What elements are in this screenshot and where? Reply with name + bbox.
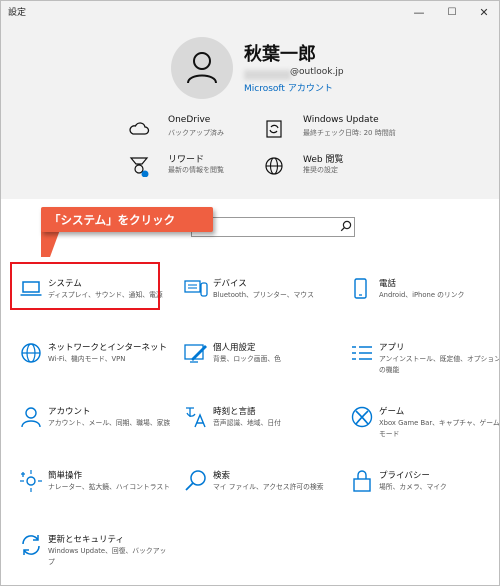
sync-icon: [22, 535, 40, 555]
search-input[interactable]: [191, 217, 355, 237]
person-icon: [21, 407, 41, 428]
tile-title: ネットワークとインターネット: [48, 343, 168, 353]
devices-icon: [184, 280, 208, 297]
header-item-title: OneDrive: [168, 115, 211, 125]
phone-icon: [354, 278, 367, 299]
search-icon: [185, 470, 206, 491]
tile-title: 簡単操作: [48, 471, 83, 481]
xbox-icon: [351, 406, 373, 428]
header-item-subtitle: 最新の情報を閲覧: [168, 166, 224, 174]
tile-subtitle: アカウント、メール、同期、職場、家族: [48, 419, 171, 427]
tile-accounts[interactable]: アカウント アカウント、メール、同期、職場、家族: [19, 405, 170, 455]
title-bar: 設定 — ☐ ✕: [1, 1, 499, 23]
system-highlight-frame: [10, 262, 160, 310]
instruction-callout: 「システム」をクリック: [41, 207, 213, 232]
user-name: 秋葉一郎: [244, 44, 316, 65]
tile-title: アカウント: [48, 407, 91, 417]
tile-subtitle: Wi-Fi、機内モード、VPN: [48, 355, 126, 363]
tile-subtitle: Xbox Game Bar、キャプチャ、ゲーム モード: [379, 419, 500, 438]
minimize-button[interactable]: —: [404, 1, 434, 23]
tile-privacy[interactable]: プライバシー 場所、カメラ、マイク: [350, 469, 499, 519]
tile-title: アプリ: [379, 343, 405, 353]
cloud-icon: [129, 122, 150, 135]
tile-subtitle: 音声認識、地域、日付: [213, 419, 281, 427]
apps-icon: [352, 346, 372, 360]
window-title: 設定: [8, 8, 27, 18]
update-icon: [266, 120, 282, 138]
tile-title: 検索: [213, 471, 231, 481]
header-item-title: Web 閲覧: [303, 155, 344, 165]
tile-update-security[interactable]: 更新とセキュリティ Windows Update、回復、バックアップ: [19, 533, 169, 583]
rewards-icon: [129, 157, 149, 177]
tile-subtitle: Windows Update、回復、バックアップ: [48, 547, 167, 566]
avatar[interactable]: [171, 37, 233, 99]
tile-title: 個人用設定: [213, 343, 256, 353]
network-icon: [21, 343, 41, 363]
header-item-subtitle: 最終チェック日時: 20 時間前: [303, 129, 396, 137]
search-icon[interactable]: [340, 220, 352, 232]
tile-title: デバイス: [213, 279, 247, 289]
lock-icon: [353, 470, 371, 492]
time-language-icon: [186, 407, 206, 428]
tile-title: 時刻と言語: [213, 407, 256, 417]
tile-title: プライバシー: [379, 471, 430, 481]
microsoft-account-link[interactable]: Microsoft アカウント: [244, 81, 333, 94]
header-item-title: リワード: [168, 155, 205, 165]
maximize-button[interactable]: ☐: [437, 1, 467, 23]
person-icon: [187, 52, 217, 84]
settings-window: 設定 — ☐ ✕ 秋葉一郎 @outlook.jp Microsoft アカウン…: [0, 0, 500, 586]
tile-gaming[interactable]: ゲーム Xbox Game Bar、キャプチャ、ゲーム モード: [350, 405, 500, 455]
accessibility-icon: [20, 470, 42, 492]
tile-ease-of-access[interactable]: 簡単操作 ナレーター、拡大鏡、ハイコントラスト: [19, 469, 170, 519]
globe-icon: [265, 157, 283, 175]
email-redaction: [244, 70, 291, 80]
tile-title: 電話: [379, 279, 397, 289]
tile-apps[interactable]: アプリ アンインストール、既定値、オプションの機能: [350, 341, 500, 391]
header-item-subtitle: バックアップ済み: [168, 129, 224, 137]
tile-subtitle: 背景、ロック画面、色: [213, 355, 281, 363]
tile-subtitle: 場所、カメラ、マイク: [379, 483, 447, 491]
tile-title: 更新とセキュリティ: [48, 535, 124, 545]
personalization-icon: [184, 344, 207, 363]
user-email: @outlook.jp: [290, 67, 344, 77]
tile-subtitle: ナレーター、拡大鏡、ハイコントラスト: [48, 483, 171, 491]
tile-devices[interactable]: デバイス Bluetooth、プリンター、マウス: [184, 277, 334, 327]
tile-phone[interactable]: 電話 Android、iPhone のリンク: [350, 277, 499, 327]
tile-subtitle: マイ ファイル、アクセス許可の検索: [213, 483, 324, 491]
close-button[interactable]: ✕: [469, 1, 499, 23]
tile-search[interactable]: 検索 マイ ファイル、アクセス許可の検索: [184, 469, 334, 519]
tile-subtitle: Bluetooth、プリンター、マウス: [213, 291, 314, 299]
tile-subtitle: Android、iPhone のリンク: [379, 291, 465, 299]
header-item-title: Windows Update: [303, 115, 379, 125]
tile-time-language[interactable]: 時刻と言語 音声認識、地域、日付: [184, 405, 334, 455]
header-item-subtitle: 推奨の設定: [303, 166, 338, 174]
tile-subtitle: アンインストール、既定値、オプションの機能: [379, 355, 500, 374]
account-header: 秋葉一郎 @outlook.jp Microsoft アカウント OneDriv…: [1, 23, 499, 199]
tile-title: ゲーム: [379, 407, 405, 417]
tile-personalization[interactable]: 個人用設定 背景、ロック画面、色: [184, 341, 334, 391]
tile-network[interactable]: ネットワークとインターネット Wi-Fi、機内モード、VPN: [19, 341, 169, 391]
